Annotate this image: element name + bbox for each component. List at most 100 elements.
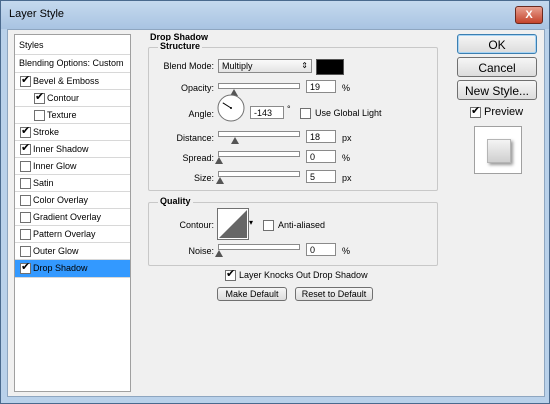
new-style-button[interactable]: New Style... [457,80,537,100]
size-value: 5 [310,172,316,182]
style-item-satin[interactable]: Satin [15,175,130,192]
contour-dropdown-icon[interactable]: ▾ [249,218,253,227]
quality-title: Quality [158,196,193,206]
blend-mode-label: Blend Mode: [163,61,214,71]
distance-slider-thumb[interactable] [231,137,239,144]
spread-field[interactable]: 0 [306,150,336,163]
style-item-outer-glow[interactable]: Outer Glow [15,243,130,260]
bevel-emboss-label: Bevel & Emboss [33,76,100,86]
noise-slider-thumb[interactable] [215,250,223,257]
pattern-overlay-checkbox[interactable] [20,229,31,240]
reset-default-button[interactable]: Reset to Default [295,287,373,301]
style-item-bevel-emboss[interactable]: ✔ Bevel & Emboss [15,73,130,90]
preview-checkbox[interactable]: ✔ [470,105,481,118]
title-bar[interactable]: Layer Style X [1,1,549,29]
noise-unit: % [342,246,351,256]
spread-value: 0 [310,152,316,162]
size-slider-track[interactable] [218,171,300,177]
noise-value: 0 [310,245,316,255]
texture-label: Texture [47,110,77,120]
distance-label: Distance: [176,133,214,143]
contour-checkbox[interactable]: ✔ [34,91,45,104]
opacity-field[interactable]: 19 [306,80,336,93]
style-item-inner-glow[interactable]: Inner Glow [15,158,130,175]
bevel-emboss-checkbox[interactable]: ✔ [20,74,31,87]
angle-value: -143 [254,108,273,118]
anti-aliased-label: Anti-aliased [278,220,326,230]
angle-unit: ° [287,104,291,114]
style-item-texture[interactable]: Texture [15,107,130,124]
knockout-label: Layer Knocks Out Drop Shadow [239,270,368,280]
size-unit: px [342,173,352,183]
distance-field[interactable]: 18 [306,130,336,143]
satin-checkbox[interactable] [20,178,31,189]
blending-options-item[interactable]: Blending Options: Custom [15,55,130,73]
opacity-unit: % [342,83,351,93]
opacity-value: 19 [310,82,321,92]
outer-glow-label: Outer Glow [33,246,79,256]
style-item-gradient-overlay[interactable]: Gradient Overlay [15,209,130,226]
spread-unit: % [342,153,351,163]
quality-group [148,202,438,266]
spread-slider-thumb[interactable] [215,157,223,164]
chevron-updown-icon: ⇕ [301,61,308,70]
preview-swatch [487,139,511,163]
contour-label: Contour [47,93,80,103]
inner-glow-checkbox[interactable] [20,161,31,172]
size-label: Size: [193,173,214,183]
anti-aliased-checkbox[interactable] [263,220,274,231]
style-item-contour[interactable]: ✔ Contour [15,90,130,107]
blending-options-label: Blending Options: Custom [19,58,124,68]
close-icon[interactable]: X [515,6,543,24]
noise-label: Noise: [188,246,214,256]
outer-glow-checkbox[interactable] [20,246,31,257]
contour-label: Contour: [179,220,214,230]
blend-mode-value: Multiply [222,61,253,71]
ok-button[interactable]: OK [457,34,537,54]
style-item-pattern-overlay[interactable]: Pattern Overlay [15,226,130,243]
gradient-overlay-checkbox[interactable] [20,212,31,223]
style-item-drop-shadow[interactable]: ✔ Drop Shadow [15,260,130,278]
styles-header[interactable]: Styles [15,35,130,55]
global-light-label: Use Global Light [315,108,382,118]
stroke-checkbox[interactable]: ✔ [20,125,31,138]
dialog-body: Styles Blending Options: Custom ✔ Bevel … [7,29,545,397]
noise-slider-track[interactable] [218,244,300,250]
contour-preview[interactable] [217,208,249,240]
make-default-button[interactable]: Make Default [217,287,287,301]
style-item-inner-shadow[interactable]: ✔ Inner Shadow [15,141,130,158]
style-item-color-overlay[interactable]: Color Overlay [15,192,130,209]
drop-shadow-checkbox[interactable]: ✔ [20,261,31,274]
global-light-checkbox[interactable] [300,108,311,119]
color-overlay-label: Color Overlay [33,195,89,205]
angle-field[interactable]: -143 [250,106,284,119]
gradient-overlay-label: Gradient Overlay [33,212,102,222]
satin-label: Satin [33,178,54,188]
structure-title: Structure [158,41,203,51]
angle-dial[interactable] [217,94,245,122]
noise-field[interactable]: 0 [306,243,336,256]
preview-label: Preview [484,106,524,118]
spread-slider-track[interactable] [218,151,300,157]
spread-label: Spread: [182,153,214,163]
size-field[interactable]: 5 [306,170,336,183]
inner-shadow-label: Inner Shadow [33,144,89,154]
blend-mode-select[interactable]: Multiply ⇕ [218,59,312,73]
size-slider-thumb[interactable] [216,177,224,184]
layer-style-window: Layer Style X Styles Blending Options: C… [0,0,550,404]
color-overlay-checkbox[interactable] [20,195,31,206]
distance-unit: px [342,133,352,143]
styles-list: Styles Blending Options: Custom ✔ Bevel … [14,34,131,392]
cancel-button[interactable]: Cancel [457,57,537,77]
styles-header-label: Styles [19,40,44,50]
opacity-label: Opacity: [180,83,214,93]
inner-shadow-checkbox[interactable]: ✔ [20,142,31,155]
pattern-overlay-label: Pattern Overlay [33,229,96,239]
texture-checkbox[interactable] [34,110,45,121]
knockout-checkbox[interactable]: ✔ [225,268,236,281]
inner-glow-label: Inner Glow [33,161,77,171]
stroke-label: Stroke [33,127,60,137]
shadow-color-swatch[interactable] [316,59,344,75]
style-item-stroke[interactable]: ✔ Stroke [15,124,130,141]
style-preview-thumbnail [474,126,522,174]
